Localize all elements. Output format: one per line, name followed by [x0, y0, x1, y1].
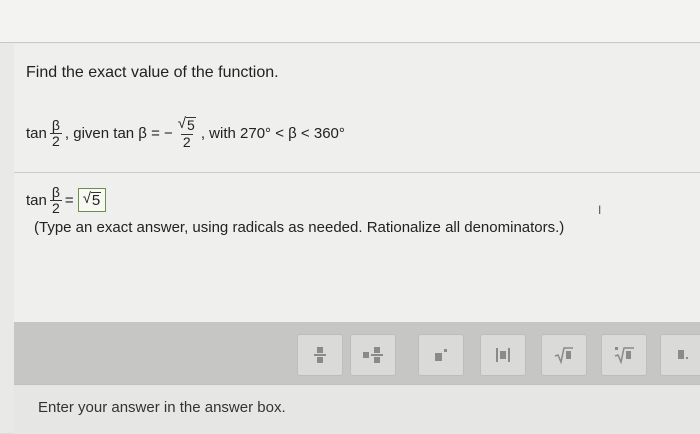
fraction-numerator: β [51, 116, 60, 133]
top-strip [0, 0, 700, 43]
nth-root-icon [614, 347, 634, 365]
nth-root-tool-button[interactable] [601, 334, 647, 376]
answer-half-angle-fraction: β 2 [49, 183, 62, 216]
answer-radicand: 5 [90, 191, 102, 209]
square-root-tool-button[interactable] [541, 334, 587, 376]
answer-line: tan β 2 = √ 5 [26, 178, 107, 222]
square-root: √ 5 [178, 116, 196, 133]
answer-numerator: β [51, 183, 60, 200]
answer-function-name: tan [26, 191, 47, 209]
given-denominator: 2 [180, 133, 193, 150]
math-toolbar [14, 322, 700, 384]
absolute-value-tool-button[interactable] [480, 334, 526, 376]
fraction-tool-button[interactable] [297, 334, 343, 376]
question-expression: tan β 2 , given tan β = − √ 5 2 , with 2… [26, 103, 345, 163]
answer-square-root: √ 5 [83, 191, 102, 210]
given-value-fraction: √ 5 2 [176, 116, 198, 149]
interval-text: , with 270° < β < 360° [200, 124, 345, 142]
radical-sign-icon: √ [177, 115, 187, 133]
square-root-icon [554, 347, 573, 365]
fraction-icon [314, 347, 326, 363]
mixed-number-tool-button[interactable] [350, 334, 396, 376]
exponent-icon [435, 349, 447, 361]
mixed-number-icon [363, 347, 383, 363]
equals-sign: = [64, 191, 74, 209]
function-name: tan [26, 124, 47, 142]
page: Find the exact value of the function. ta… [0, 0, 700, 434]
exponent-tool-button[interactable] [418, 334, 464, 376]
radicand: 5 [186, 117, 196, 134]
answer-denominator: 2 [49, 199, 62, 216]
answer-hint: (Type an exact answer, using radicals as… [34, 219, 565, 236]
answer-input[interactable]: √ 5 [77, 188, 107, 212]
given-numerator: √ 5 [176, 116, 198, 133]
question-panel [14, 44, 700, 344]
answer-radical-sign-icon: √ [82, 189, 91, 207]
fraction-denominator: 2 [49, 132, 62, 149]
text-cursor-icon: I [598, 203, 602, 217]
decimal-tool-button[interactable] [660, 334, 700, 376]
decimal-icon [678, 350, 688, 359]
absolute-value-icon [496, 348, 510, 362]
given-text: , given tan β = − [64, 124, 173, 142]
divider [14, 172, 700, 173]
half-angle-fraction: β 2 [49, 116, 62, 149]
status-message: Enter your answer in the answer box. [38, 399, 286, 416]
question-prompt: Find the exact value of the function. [26, 64, 279, 81]
